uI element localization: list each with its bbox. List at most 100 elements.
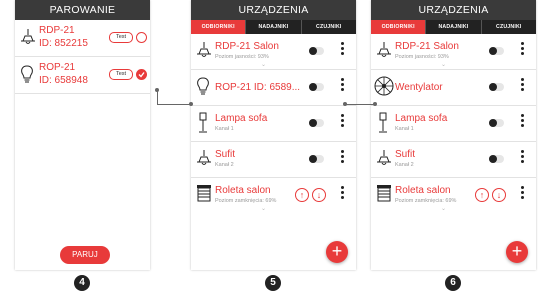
device-row[interactable]: Sufit Kanał 2 xyxy=(371,142,536,178)
ceiling-lamp-icon xyxy=(197,150,211,165)
screen-title: URZĄDZENIA xyxy=(191,0,356,20)
floor-lamp-icon xyxy=(199,112,207,133)
device-row[interactable]: Roleta salon Poziom zamknięcia: 69% ⌄ ↑ … xyxy=(371,178,536,213)
devices-screen: URZĄDZENIA ODBIORNIKI NADAJNIKI CZUJNIKI… xyxy=(371,0,536,270)
device-name: ROP-21 ID: 6589... xyxy=(215,82,301,93)
power-toggle[interactable] xyxy=(309,83,324,91)
device-name: Sufit xyxy=(395,149,416,160)
connector-line xyxy=(157,90,158,104)
connector-line xyxy=(345,104,375,105)
chevron-down-icon[interactable]: ⌄ xyxy=(441,205,446,212)
chevron-down-icon[interactable]: ⌄ xyxy=(261,205,266,212)
device-row[interactable]: Lampa sofa Kanał 1 xyxy=(371,106,536,142)
device-name: Wentylator xyxy=(395,82,443,93)
device-channel: Kanał 1 xyxy=(215,126,234,132)
device-id: ID: 852215 xyxy=(39,38,88,49)
device-row[interactable]: ROP-21 ID: 6589... xyxy=(191,70,356,106)
arrow-down-icon[interactable]: ↓ xyxy=(312,188,326,202)
power-toggle[interactable] xyxy=(489,47,504,55)
device-name: Lampa sofa xyxy=(395,113,448,124)
power-toggle[interactable] xyxy=(309,155,324,163)
connector-dot xyxy=(189,102,193,106)
arrow-down-icon[interactable]: ↓ xyxy=(492,188,506,202)
device-status: Poziom zamknięcia: 69% xyxy=(395,198,457,204)
more-options-icon[interactable] xyxy=(341,114,345,129)
tab-sensors[interactable]: CZUJNIKI xyxy=(302,20,356,34)
device-row[interactable]: Roleta salon Poziom zamknięcia: 69% ⌄ ↑ … xyxy=(191,178,356,213)
more-options-icon[interactable] xyxy=(341,150,345,165)
power-toggle[interactable] xyxy=(309,47,324,55)
step-number: 5 xyxy=(265,275,281,291)
more-options-icon[interactable] xyxy=(341,186,345,201)
tab-transmitters[interactable]: NADAJNIKI xyxy=(246,20,302,34)
selected-radio-check-icon[interactable] xyxy=(136,69,147,80)
pair-button[interactable]: PARUJ xyxy=(60,246,110,264)
step-number: 4 xyxy=(74,275,90,291)
connector-line xyxy=(157,104,191,105)
ceiling-lamp-icon xyxy=(21,29,35,44)
arrow-up-icon[interactable]: ↑ xyxy=(295,188,309,202)
device-status: Poziom jasności: 93% xyxy=(215,54,269,60)
floor-lamp-icon xyxy=(379,112,387,133)
connector-dot xyxy=(373,102,377,106)
device-status: Poziom zamknięcia: 69% xyxy=(215,198,277,204)
test-button[interactable]: Test xyxy=(109,69,133,80)
more-options-icon[interactable] xyxy=(521,114,525,129)
device-channel: Kanał 2 xyxy=(395,162,414,168)
device-id: ID: 658948 xyxy=(39,75,88,86)
pairing-screen: PAROWANIE RDP-21 ID: 852215 Test ROP-21 … xyxy=(15,0,150,270)
pairing-device-row[interactable]: ROP-21 ID: 658948 Test xyxy=(15,57,150,94)
fan-icon xyxy=(374,76,394,96)
roller-blind-icon xyxy=(197,185,211,202)
chevron-down-icon[interactable]: ⌄ xyxy=(441,61,446,68)
arrow-up-icon[interactable]: ↑ xyxy=(475,188,489,202)
device-row[interactable]: Sufit Kanał 2 xyxy=(191,142,356,178)
tab-receivers[interactable]: ODBIORNIKI xyxy=(191,20,247,34)
power-toggle[interactable] xyxy=(309,119,324,127)
more-options-icon[interactable] xyxy=(341,42,345,57)
device-name: RDP-21 Salon xyxy=(395,41,459,52)
more-options-icon[interactable] xyxy=(521,78,525,93)
more-options-icon[interactable] xyxy=(521,150,525,165)
ceiling-lamp-icon xyxy=(377,150,391,165)
device-name: ROP-21 xyxy=(39,62,76,73)
bulb-icon xyxy=(197,77,209,95)
step-number: 6 xyxy=(445,275,461,291)
device-row[interactable]: Lampa sofa Kanał 1 xyxy=(191,106,356,142)
more-options-icon[interactable] xyxy=(521,186,525,201)
pairing-device-row[interactable]: RDP-21 ID: 852215 Test xyxy=(15,20,150,57)
bulb-icon xyxy=(21,65,33,83)
device-channel: Kanał 1 xyxy=(395,126,414,132)
add-device-button[interactable]: + xyxy=(506,241,528,263)
tab-transmitters[interactable]: NADAJNIKI xyxy=(426,20,482,34)
device-name: RDP-21 xyxy=(39,25,75,36)
more-options-icon[interactable] xyxy=(341,78,345,93)
power-toggle[interactable] xyxy=(489,83,504,91)
device-channel: Kanał 2 xyxy=(215,162,234,168)
tab-receivers[interactable]: ODBIORNIKI xyxy=(371,20,427,34)
ceiling-lamp-icon xyxy=(197,42,211,57)
add-device-button[interactable]: + xyxy=(326,241,348,263)
power-toggle[interactable] xyxy=(489,155,504,163)
chevron-down-icon[interactable]: ⌄ xyxy=(261,61,266,68)
screen-title: URZĄDZENIA xyxy=(371,0,536,20)
devices-screen: URZĄDZENIA ODBIORNIKI NADAJNIKI CZUJNIKI… xyxy=(191,0,356,270)
screen-title: PAROWANIE xyxy=(15,0,150,20)
device-row[interactable]: RDP-21 Salon Poziom jasności: 93% ⌄ xyxy=(191,34,356,70)
select-radio[interactable] xyxy=(136,32,147,43)
power-toggle[interactable] xyxy=(489,119,504,127)
tab-bar: ODBIORNIKI NADAJNIKI CZUJNIKI xyxy=(371,20,536,34)
test-button[interactable]: Test xyxy=(109,32,133,43)
device-status: Poziom jasności: 93% xyxy=(395,54,449,60)
device-row[interactable]: RDP-21 Salon Poziom jasności: 93% ⌄ xyxy=(371,34,536,70)
ceiling-lamp-icon xyxy=(377,42,391,57)
device-row[interactable]: Wentylator xyxy=(371,70,536,106)
tab-bar: ODBIORNIKI NADAJNIKI CZUJNIKI xyxy=(191,20,356,34)
device-name: RDP-21 Salon xyxy=(215,41,279,52)
tab-sensors[interactable]: CZUJNIKI xyxy=(482,20,536,34)
device-name: Sufit xyxy=(215,149,236,160)
device-name: Roleta salon xyxy=(395,185,451,196)
connector-dot xyxy=(343,102,347,106)
more-options-icon[interactable] xyxy=(521,42,525,57)
device-name: Lampa sofa xyxy=(215,113,268,124)
